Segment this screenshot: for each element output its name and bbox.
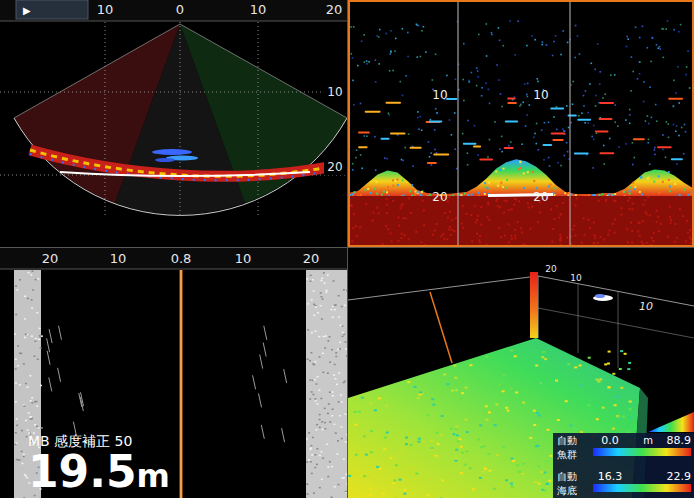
echo-view: 10 20 10 20 <box>348 0 694 247</box>
range-tick: 10 <box>97 2 114 17</box>
range-tick: 0 <box>176 2 184 17</box>
range-tick: 20 <box>326 2 343 17</box>
depth-tick: 10 <box>327 85 342 99</box>
range-tick: 20 <box>42 251 59 266</box>
legend-name: 海底 <box>557 485 577 496</box>
depth-tick: 10 <box>432 88 447 102</box>
range-tick: 20 <box>303 251 320 266</box>
view-3d: 201010自動0.0m88.9魚群自動16.322.9海底 <box>348 248 694 498</box>
legend-unit: m <box>643 435 653 446</box>
legend-max: 22.9 <box>667 470 692 483</box>
depth-value: 19.5m <box>28 450 170 494</box>
view-3d-panel[interactable]: 201010自動0.0m88.9魚群自動16.322.9海底 <box>348 248 694 498</box>
scan-panel[interactable]: ▶ 10 0 10 20 10 20 <box>0 0 347 247</box>
depth-readout: MB 感度補正 5019.5m <box>28 432 170 494</box>
depth-tick: 10 <box>533 88 548 102</box>
play-button[interactable]: ▶ <box>16 0 88 19</box>
depth-number: 19.5 <box>28 450 137 494</box>
play-icon: ▶ <box>23 5 31 16</box>
range-tick: 10 <box>250 2 267 17</box>
legend-name: 魚群 <box>557 449 577 460</box>
axis-label: 10 <box>570 273 582 283</box>
depth-unit: m <box>137 460 170 492</box>
range-tick: 10 <box>110 251 127 266</box>
depth-tick: 20 <box>327 160 342 174</box>
axis-label: 20 <box>545 264 557 274</box>
range-tick: 0.8 <box>171 251 192 266</box>
sonar-screen: ▶ 10 0 10 20 10 20 10 20 10 20 20 10 0.8 10 20 MB 感度補正… <box>0 0 694 498</box>
depth-tick: 20 <box>432 190 447 204</box>
legend-max: 88.9 <box>667 434 692 447</box>
legend-mode: 自動 <box>557 435 577 446</box>
depth-tick: 20 <box>533 190 548 204</box>
legend-min: 16.3 <box>598 470 623 483</box>
legend-min: 0.0 <box>601 434 619 447</box>
echo-panel[interactable]: 10 20 10 20 <box>348 0 694 247</box>
scan-view: ▶ 10 0 10 20 10 20 <box>0 0 347 247</box>
seabed-profile <box>348 159 694 196</box>
side-scan-panel[interactable]: 20 10 0.8 10 20 MB 感度補正 5019.5m <box>0 248 347 498</box>
range-tick: 10 <box>235 251 252 266</box>
selection-frame <box>349 1 693 246</box>
gain-label: MB 感度補正 50 <box>28 432 170 450</box>
legend-mode: 自動 <box>557 471 577 482</box>
axis-label: 10 <box>639 300 653 313</box>
color-legend: 自動0.0m88.9魚群自動16.322.9海底 <box>553 433 694 498</box>
